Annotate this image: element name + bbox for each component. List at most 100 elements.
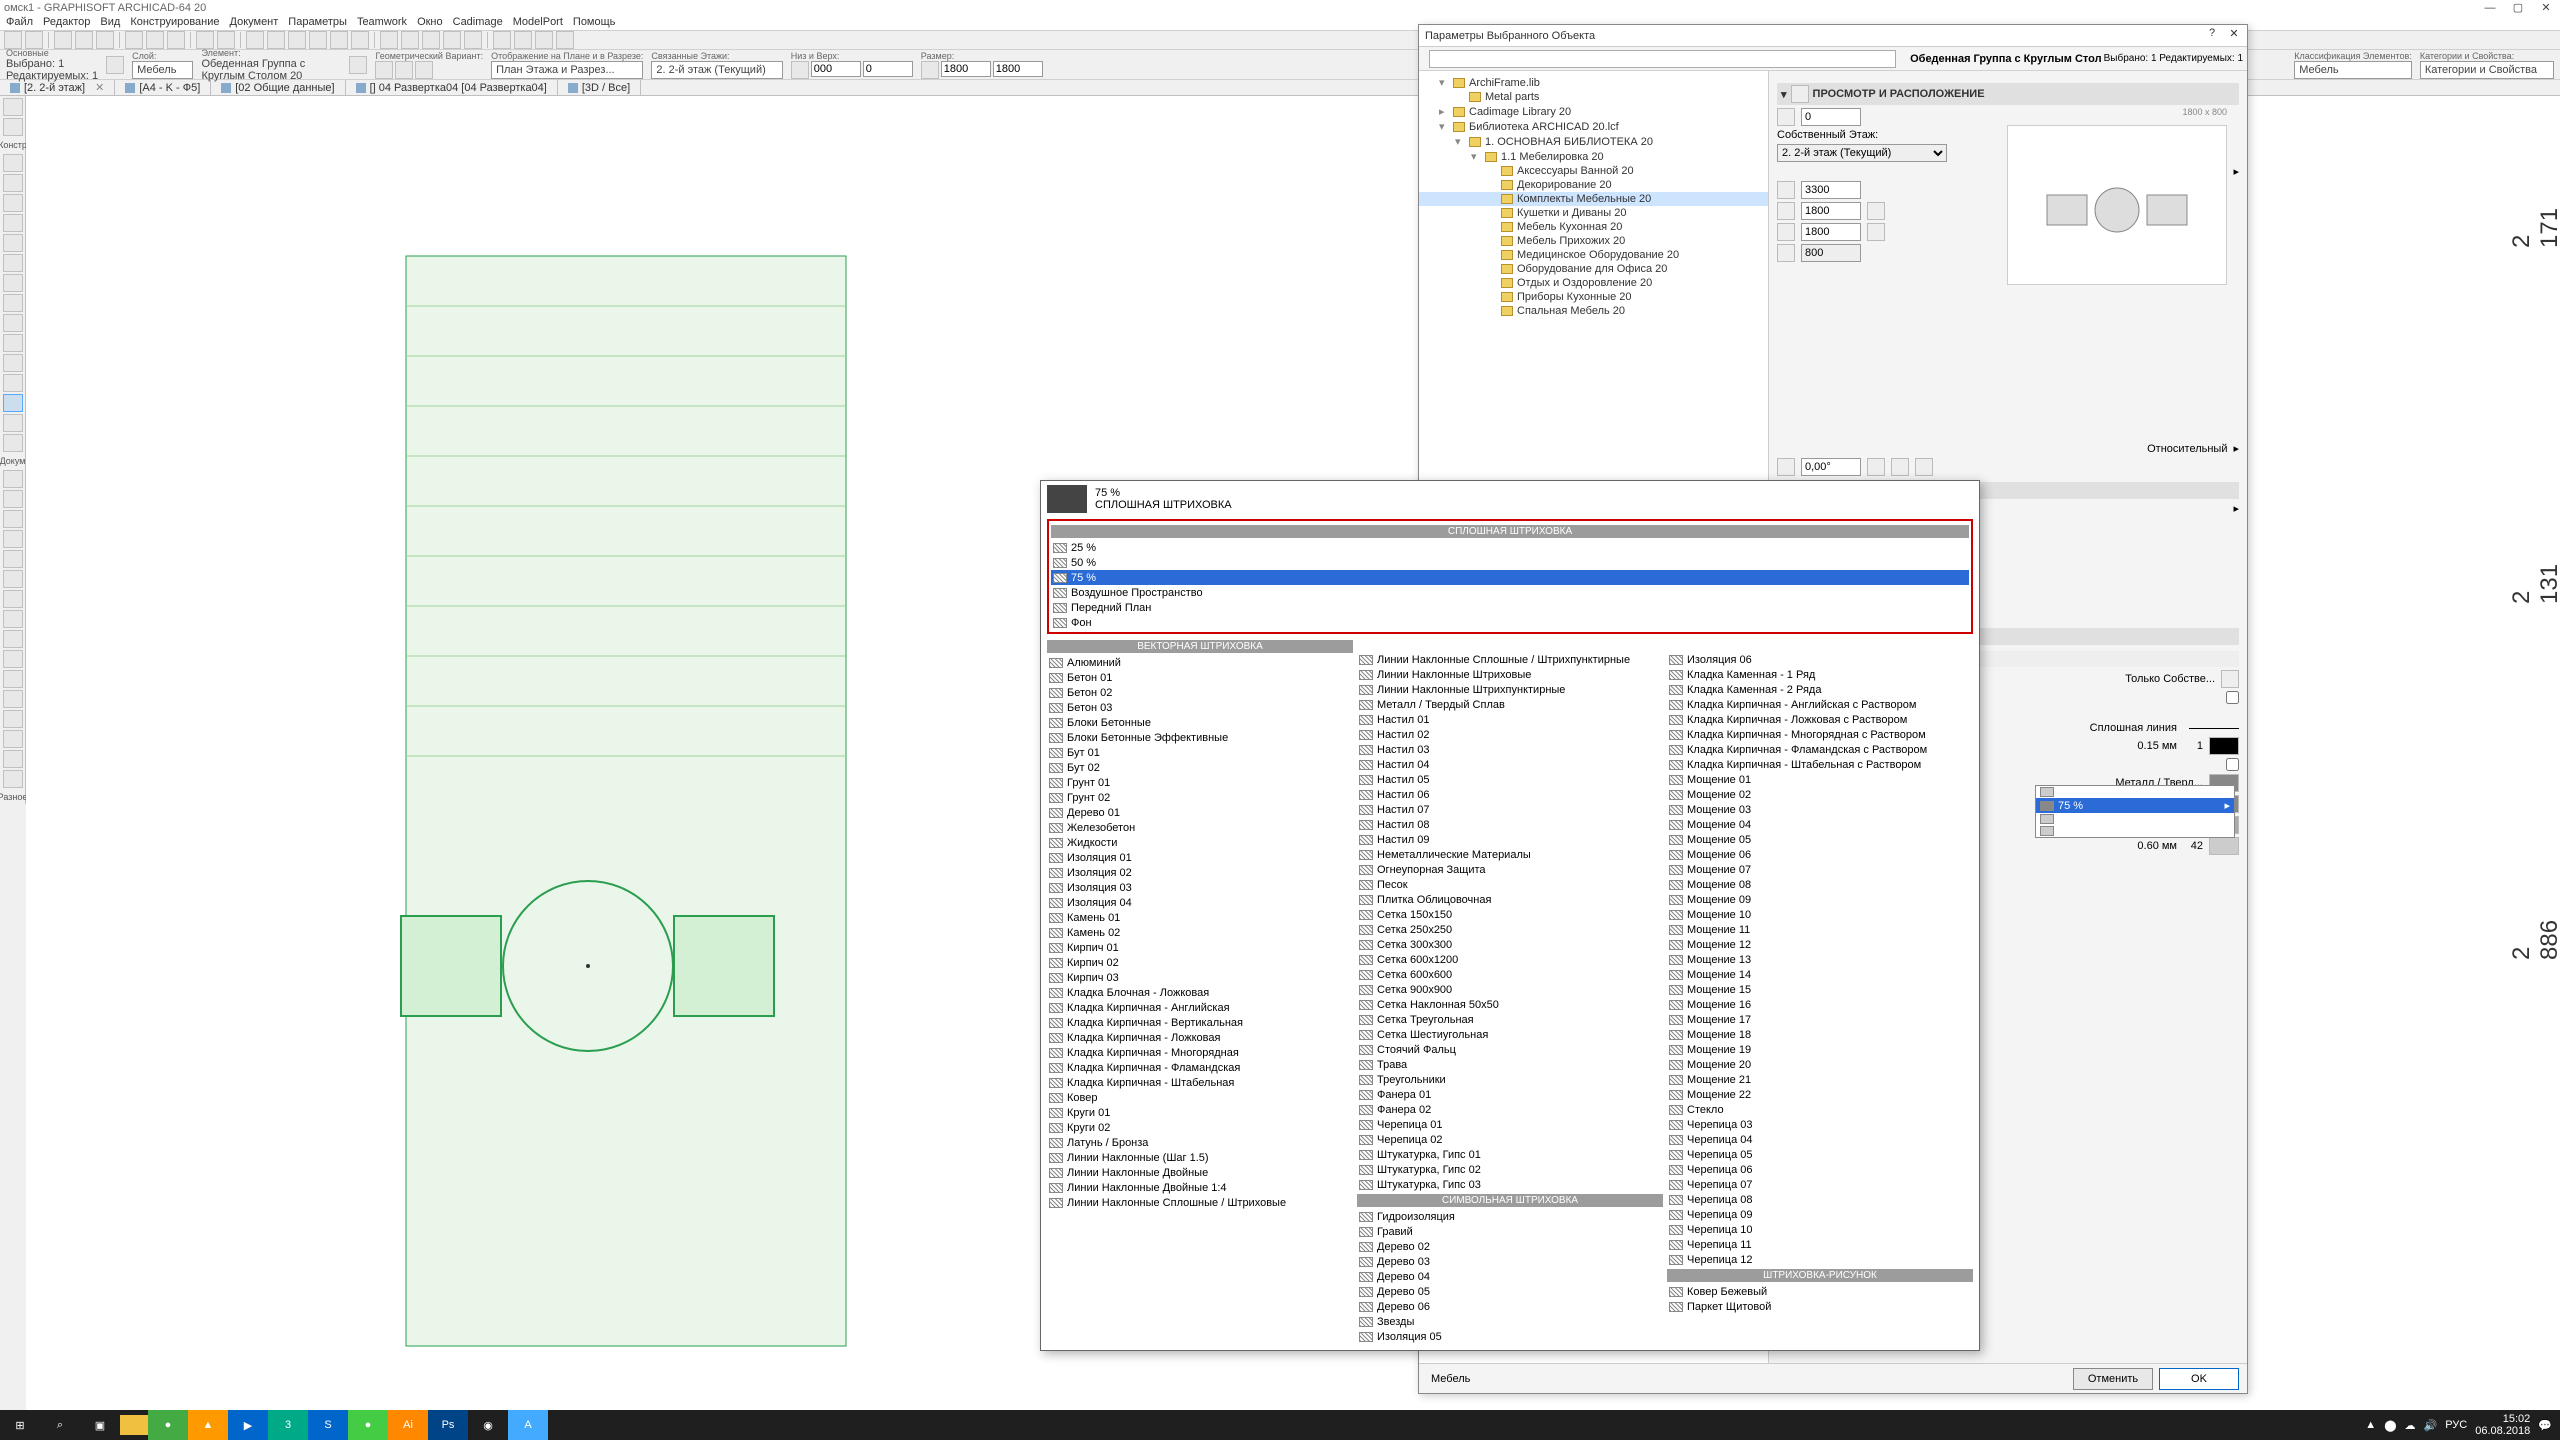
width-input[interactable] <box>1801 202 1861 220</box>
tool-button[interactable] <box>167 31 185 49</box>
chrome-icon[interactable]: ◉ <box>468 1410 508 1440</box>
view-tab[interactable]: [2. 2-й этаж]✕ <box>0 80 115 95</box>
hatch-item[interactable]: Кладка Кирпичная - Английская <box>1047 1000 1353 1015</box>
hatch-item[interactable]: Штукатурка, Гипс 03 <box>1357 1177 1663 1192</box>
hatch-item[interactable]: Ковер Бежевый <box>1667 1284 1973 1299</box>
link-icon[interactable] <box>1867 223 1885 241</box>
hatch-item[interactable]: Плитка Облицовочная <box>1357 892 1663 907</box>
geom-option[interactable] <box>395 61 413 79</box>
tool-button[interactable] <box>330 31 348 49</box>
menu-item[interactable]: Конструирование <box>130 16 219 30</box>
hatch-item[interactable]: Кладка Каменная - 2 Ряда <box>1667 682 1973 697</box>
hatch-item[interactable]: Блоки Бетонные Эффективные <box>1047 730 1353 745</box>
object-tool[interactable] <box>3 394 23 412</box>
link-icon[interactable] <box>1867 202 1885 220</box>
arrow-icon[interactable] <box>349 56 367 74</box>
mirror-icon[interactable] <box>1915 458 1933 476</box>
window-tool[interactable] <box>3 194 23 212</box>
tree-node[interactable]: Приборы Кухонные 20 <box>1419 290 1768 304</box>
elev-icon[interactable] <box>791 61 809 79</box>
hatch-item[interactable]: Жидкости <box>1047 835 1353 850</box>
hatch-item[interactable]: Настил 08 <box>1357 817 1663 832</box>
hatch-item[interactable]: Черепица 01 <box>1357 1117 1663 1132</box>
tool-button[interactable] <box>75 31 93 49</box>
hatch-item[interactable]: Бетон 01 <box>1047 670 1353 685</box>
tree-node[interactable]: ▾ArchiFrame.lib <box>1419 75 1768 90</box>
chevron-down-icon[interactable]: ▾ <box>1781 88 1787 101</box>
hatch-item[interactable]: Круги 02 <box>1047 1120 1353 1135</box>
app-icon[interactable]: ● <box>348 1410 388 1440</box>
start-button[interactable]: ⊞ <box>0 1410 40 1440</box>
elevation-tool[interactable] <box>3 670 23 688</box>
hatch-item[interactable]: Сетка 150x150 <box>1357 907 1663 922</box>
fill-option-selected[interactable]: 75 %▸ <box>2036 798 2234 813</box>
hatch-item[interactable]: Фон <box>1051 615 1969 630</box>
hatch-item[interactable]: Черепица 02 <box>1357 1132 1663 1147</box>
tree-node[interactable]: ▾1. ОСНОВНАЯ БИБЛИОТЕКА 20 <box>1419 134 1768 149</box>
tool-button[interactable] <box>401 31 419 49</box>
hatch-item[interactable]: Мощение 04 <box>1667 817 1973 832</box>
hatch-item[interactable]: Линии Наклонные Сплошные / Штриховые <box>1047 1195 1353 1210</box>
close-button[interactable]: ✕ <box>2532 0 2560 16</box>
view-tab[interactable]: [02 Общие данные] <box>211 80 345 95</box>
label-tool[interactable] <box>3 530 23 548</box>
hatch-item[interactable]: Металл / Твердый Сплав <box>1357 697 1663 712</box>
arrow-tool[interactable] <box>3 98 23 116</box>
hatch-item[interactable]: Мощение 14 <box>1667 967 1973 982</box>
hatch-item[interactable]: Сетка Треугольная <box>1357 1012 1663 1027</box>
menu-item[interactable]: Cadimage <box>453 16 503 30</box>
menu-item[interactable]: Teamwork <box>357 16 407 30</box>
tree-node[interactable]: Metal parts <box>1419 90 1768 104</box>
minimize-button[interactable]: ― <box>2476 0 2504 16</box>
tray-icon[interactable]: ☁ <box>2405 1419 2416 1432</box>
hatch-item[interactable]: Мощение 11 <box>1667 922 1973 937</box>
checkbox[interactable] <box>2226 691 2239 704</box>
app-icon[interactable]: Ai <box>388 1410 428 1440</box>
hatch-item[interactable]: Сетка 900x900 <box>1357 982 1663 997</box>
hatch-item[interactable]: Изоляция 06 <box>1667 652 1973 667</box>
line-type[interactable]: Сплошная линия <box>2090 722 2177 734</box>
depth-input[interactable] <box>1801 223 1861 241</box>
hatch-item[interactable]: Изоляция 05 <box>1357 1329 1663 1344</box>
tool-button[interactable] <box>464 31 482 49</box>
hatch-item[interactable]: Кладка Кирпичная - Вертикальная <box>1047 1015 1353 1030</box>
story-dropdown[interactable]: 2. 2-й этаж (Текущий) <box>651 61 782 79</box>
hatch-item[interactable]: Бетон 03 <box>1047 700 1353 715</box>
hatch-item[interactable]: Черепица 06 <box>1667 1162 1973 1177</box>
menu-item[interactable]: ModelPort <box>513 16 563 30</box>
hatch-item[interactable]: Мощение 09 <box>1667 892 1973 907</box>
volume-icon[interactable]: 🔊 <box>2424 1419 2438 1432</box>
tool-button[interactable] <box>443 31 461 49</box>
explorer-icon[interactable] <box>120 1415 148 1435</box>
menu-item[interactable]: Помощь <box>573 16 616 30</box>
tool-button[interactable] <box>493 31 511 49</box>
hatch-item[interactable]: Воздушное Пространство <box>1051 585 1969 600</box>
hatch-item[interactable]: Дерево 06 <box>1357 1299 1663 1314</box>
text-tool[interactable] <box>3 510 23 528</box>
arc-tool[interactable] <box>3 590 23 608</box>
hatch-item[interactable]: Настил 04 <box>1357 757 1663 772</box>
geom-option[interactable] <box>375 61 393 79</box>
hatch-item[interactable]: Мощение 17 <box>1667 1012 1973 1027</box>
tree-node[interactable]: Декорирование 20 <box>1419 178 1768 192</box>
settings-icon[interactable] <box>106 56 124 74</box>
roof-tool[interactable] <box>3 294 23 312</box>
tree-node[interactable]: Кушетки и Диваны 20 <box>1419 206 1768 220</box>
hatch-item[interactable]: Настил 06 <box>1357 787 1663 802</box>
view-tab[interactable]: [] 04 Развертка04 [04 Развертка04] <box>346 80 558 95</box>
hatch-item[interactable]: Камень 02 <box>1047 925 1353 940</box>
hatch-item[interactable]: Мощение 21 <box>1667 1072 1973 1087</box>
elev-input[interactable] <box>811 61 861 77</box>
zone-tool[interactable] <box>3 414 23 432</box>
morph-tool[interactable] <box>3 374 23 392</box>
clock-time[interactable]: 15:02 <box>2475 1413 2530 1425</box>
view-tab[interactable]: [A4 - K - Ф5] <box>115 80 211 95</box>
hatch-item[interactable]: Камень 01 <box>1047 910 1353 925</box>
hatch-item[interactable]: Дерево 02 <box>1357 1239 1663 1254</box>
tool-button[interactable] <box>351 31 369 49</box>
hatch-item[interactable]: Звезды <box>1357 1314 1663 1329</box>
dimension-tool[interactable] <box>3 470 23 488</box>
height-input[interactable] <box>1801 244 1861 262</box>
level-tool[interactable] <box>3 490 23 508</box>
depth-input[interactable] <box>993 61 1043 77</box>
